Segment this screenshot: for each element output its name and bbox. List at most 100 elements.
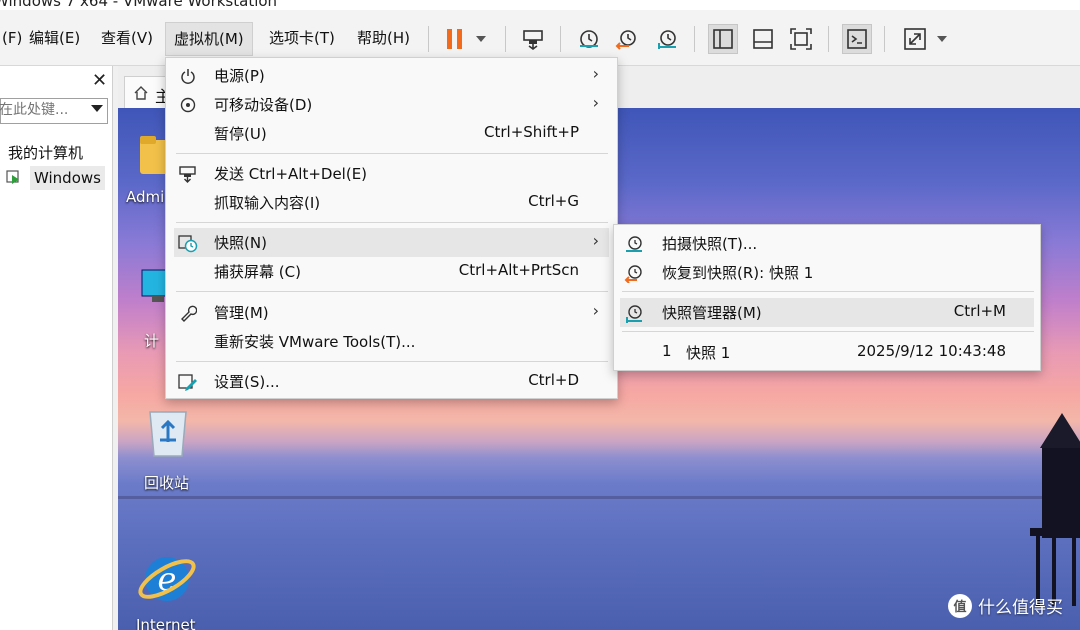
library-layout-icon [713,29,733,49]
watermark-text: 什么值得买 [978,598,1063,618]
show-library-button[interactable] [708,24,738,54]
tree-vm-windows[interactable]: Windows [30,166,105,190]
menu-separator [176,153,608,154]
vm-menu-dropdown: 电源(P) › 可移动设备(D) › 暂停(U) Ctrl+Shift+P 发送… [165,57,618,399]
menu-separator [622,331,1034,332]
snapshot-manager-button[interactable] [652,24,682,54]
menu-tabs[interactable]: 选项卡(T) [261,22,343,54]
thumbnail-bar-button[interactable] [748,24,778,54]
full-screen-button[interactable] [900,24,930,54]
menu-item-label: 恢复到快照(R): 快照 1 [662,264,814,282]
menu-item-label: 暂停(U) [214,125,267,143]
full-screen-icon [904,28,926,50]
snapshot-date: 2025/9/12 10:43:48 [856,342,1006,360]
submenu-arrow-icon: › [592,64,599,83]
snapshot-name: 快照 1 [686,344,731,362]
chevron-down-icon [937,36,947,42]
menu-item-snapshot[interactable]: 快照(N) › [174,228,609,257]
window-title: Windows 7 x64 - VMware Workstation [0,0,278,10]
menu-item-snapshot-manager[interactable]: 快照管理器(M) Ctrl+M [620,298,1034,327]
menu-item-pause[interactable]: 暂停(U) Ctrl+Shift+P [174,119,609,148]
toolbar-separator [828,26,829,52]
desktop-icon-label[interactable]: Admi [126,188,164,206]
menu-item-revert-snapshot[interactable]: 恢复到快照(R): 快照 1 [620,258,1034,287]
menu-item-shortcut: Ctrl+Alt+PrtScn [458,261,579,279]
toolbar-separator [505,26,506,52]
snapshot-submenu: 拍摄快照(T)... 恢复到快照(R): 快照 1 快照管理器(M) Ctrl+… [613,224,1041,371]
toolbar-separator [428,26,429,52]
tree-my-computer[interactable]: 我的计算机 [8,142,83,163]
chevron-down-icon[interactable] [91,105,103,112]
svg-text:值: 值 [953,599,966,615]
desktop-icon-label[interactable]: Internet [136,616,196,630]
submenu-arrow-icon: › [592,93,599,112]
vm-running-icon [6,170,19,184]
menu-item-settings[interactable]: 设置(S)... Ctrl+D [174,367,609,396]
menu-item-shortcut: Ctrl+Shift+P [484,123,579,141]
pause-dropdown-button[interactable] [470,24,492,54]
menu-help[interactable]: 帮助(H) [349,22,418,54]
pause-button[interactable] [440,24,470,54]
power-icon [178,66,198,86]
menu-item-label: 电源(P) [214,67,265,85]
menu-item-take-snapshot[interactable]: 拍摄快照(T)... [620,229,1034,258]
watermark-logo: 值 [948,594,972,618]
full-screen-dropdown-button[interactable] [932,24,952,54]
menu-item-snapshot-1[interactable]: 1 快照 1 2025/9/12 10:43:48 [620,338,1034,367]
toolbar-separator [694,26,695,52]
chevron-down-icon [476,36,486,42]
menu-item-send-ctrl-alt-del[interactable]: 发送 Ctrl+Alt+Del(E) [174,159,609,188]
recycle-bin-icon[interactable] [146,406,190,458]
fit-screen-icon [790,28,812,50]
menu-edit[interactable]: 编辑(E) [21,22,88,54]
toolbar-separator [560,26,561,52]
snapshot-revert-icon [624,265,642,283]
menu-view[interactable]: 查看(V) [93,22,161,54]
settings-icon [178,372,198,392]
library-search-input[interactable] [0,99,79,121]
horizon-line [118,496,1080,499]
menu-item-reinstall-tools[interactable]: 重新安装 VMware Tools(T)... [174,327,609,356]
menu-item-power[interactable]: 电源(P) › [174,61,609,90]
revert-snapshot-button[interactable] [612,24,642,54]
desktop-icon-label[interactable]: 回收站 [144,472,189,493]
menu-item-removable-devices[interactable]: 可移动设备(D) › [174,90,609,119]
menu-item-label: 可移动设备(D) [214,96,313,114]
menu-item-manage[interactable]: 管理(M) › [174,298,609,327]
menu-item-label: 设置(S)... [214,373,280,391]
console-view-button[interactable] [842,24,872,54]
title-bar: Windows 7 x64 - VMware Workstation [0,0,1080,10]
fit-guest-button[interactable] [786,24,816,54]
pause-icon [447,29,462,49]
menu-separator [176,222,608,223]
close-library-icon[interactable]: ✕ [92,70,107,91]
desktop-icon-label[interactable]: 计 [144,330,159,351]
internet-explorer-icon[interactable]: e [136,548,198,610]
menu-item-label: 快照管理器(M) [662,304,762,322]
snapshot-icon [178,233,198,253]
take-snapshot-button[interactable] [574,24,604,54]
menu-item-label: 拍摄快照(T)... [662,235,758,253]
snapshot-manager-icon [626,305,642,323]
snapshot-take-icon [626,236,642,252]
menu-item-label: 管理(M) [214,304,269,322]
menu-separator [622,291,1034,292]
menu-item-label: 快照(N) [214,234,267,252]
snapshot-take-icon [580,30,598,48]
send-ctrl-alt-del-button[interactable] [518,24,548,54]
library-sidebar: ✕ 我的计算机 Windows [0,66,113,630]
menu-separator [176,291,608,292]
wrench-icon [178,303,198,323]
menu-item-shortcut: Ctrl+G [528,192,579,210]
menu-item-grab-input[interactable]: 抓取输入内容(I) Ctrl+G [174,188,609,217]
terminal-icon [847,29,867,49]
menu-item-shortcut: Ctrl+D [528,371,579,389]
submenu-arrow-icon: › [592,301,599,320]
snapshot-revert-icon [615,30,636,50]
menu-item-label: 捕获屏幕 (C) [214,263,301,281]
library-search-box[interactable] [0,98,108,124]
thumbnail-layout-icon [753,29,773,49]
menu-vm[interactable]: 虚拟机(M) [165,22,253,56]
menu-item-label: 发送 Ctrl+Alt+Del(E) [214,165,368,183]
menu-item-capture-screen[interactable]: 捕获屏幕 (C) Ctrl+Alt+PrtScn [174,257,609,286]
